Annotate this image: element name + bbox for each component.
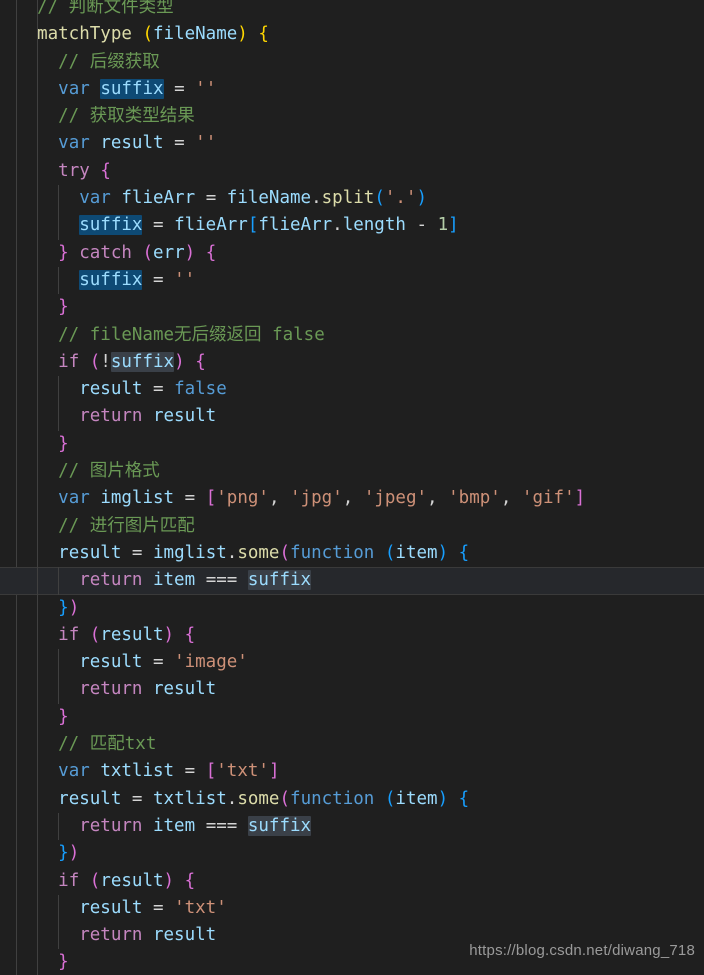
code-line[interactable]: result = txtlist.some(function (item) { bbox=[0, 785, 704, 813]
watermark-url: https://blog.csdn.net/diwang_718 bbox=[469, 941, 695, 959]
code-line-text: } bbox=[58, 952, 69, 973]
code-line[interactable]: return result bbox=[0, 676, 704, 704]
code-line-text: } bbox=[58, 297, 69, 318]
selected-token: suffix bbox=[79, 269, 143, 290]
code-line-text: return result bbox=[79, 406, 217, 427]
code-line[interactable]: var txtlist = ['txt'] bbox=[0, 758, 704, 786]
code-lines-container[interactable]: // 判断文件类型 matchType (fileName) { // 后缀获取… bbox=[0, 0, 704, 975]
code-line-text: result = txtlist.some(function (item) { bbox=[58, 788, 470, 809]
code-line[interactable]: // 判断文件类型 bbox=[0, 0, 704, 21]
code-line-text: return result bbox=[79, 925, 217, 946]
code-line-text: var txtlist = ['txt'] bbox=[58, 761, 280, 782]
code-line[interactable]: suffix = '' bbox=[0, 266, 704, 295]
code-line[interactable]: // 进行图片匹配 bbox=[0, 512, 704, 540]
code-line[interactable]: if (result) { bbox=[0, 621, 704, 650]
code-line-text: // fileName无后缀返回 false bbox=[16, 324, 325, 345]
selected-token: suffix bbox=[100, 78, 164, 99]
code-line-text: result = 'txt' bbox=[79, 897, 227, 918]
code-line-text: suffix = '' bbox=[79, 269, 196, 290]
code-line[interactable]: // 图片格式 bbox=[0, 458, 704, 486]
code-line[interactable]: var flieArr = fileName.split('.') bbox=[0, 185, 704, 213]
code-line-text: var flieArr = fileName.split('.') bbox=[79, 188, 428, 209]
code-line[interactable]: suffix = flieArr[flieArr.length - 1] bbox=[0, 212, 704, 240]
code-line[interactable]: } catch (err) { bbox=[0, 239, 704, 267]
code-line-text: if (result) { bbox=[58, 870, 196, 891]
code-line-text: } bbox=[58, 433, 69, 454]
code-line-text: }) bbox=[58, 843, 80, 864]
code-line[interactable]: try { bbox=[0, 157, 704, 186]
code-line-text: // 图片格式 bbox=[16, 461, 160, 482]
code-line-text: if (result) { bbox=[58, 624, 196, 645]
code-line[interactable]: var suffix = '' bbox=[0, 75, 704, 104]
code-line-text: // 获取类型结果 bbox=[16, 106, 195, 127]
occurrence-token: suffix bbox=[110, 351, 175, 372]
code-line-text: return item === suffix bbox=[79, 815, 312, 836]
code-line[interactable]: } bbox=[0, 294, 704, 322]
code-line-text: var imglist = ['png', 'jpg', 'jpeg', 'bm… bbox=[58, 488, 586, 509]
occurrence-token: suffix bbox=[247, 570, 312, 591]
code-line[interactable]: return result bbox=[0, 403, 704, 431]
code-line[interactable]: if (!suffix) { bbox=[0, 348, 704, 377]
code-line-text: var result = '' bbox=[58, 133, 217, 154]
occurrence-token: suffix bbox=[247, 815, 312, 836]
code-line-text: }) bbox=[58, 597, 80, 618]
code-line[interactable]: }) bbox=[0, 594, 704, 622]
code-line-text: try { bbox=[58, 160, 111, 181]
code-line[interactable]: return item === suffix bbox=[0, 812, 704, 841]
code-line-text: return result bbox=[79, 679, 217, 700]
code-line-text: result = false bbox=[79, 379, 227, 400]
code-line-text: return item === suffix bbox=[79, 570, 312, 591]
code-line-text: // 匹配txt bbox=[16, 734, 157, 755]
code-line-text: if (!suffix) { bbox=[58, 351, 206, 372]
code-line-text: suffix = flieArr[flieArr.length - 1] bbox=[79, 215, 459, 236]
code-line-text: result = 'image' bbox=[79, 652, 248, 673]
code-line[interactable]: // fileName无后缀返回 false bbox=[0, 321, 704, 349]
code-editor[interactable]: // 判断文件类型 matchType (fileName) { // 后缀获取… bbox=[0, 0, 704, 975]
code-line-text: matchType (fileName) { bbox=[37, 24, 269, 45]
code-line[interactable]: } bbox=[0, 430, 704, 459]
code-line[interactable]: result = false bbox=[0, 376, 704, 404]
code-line[interactable]: matchType (fileName) { bbox=[0, 21, 704, 48]
code-line-current[interactable]: return item === suffix bbox=[0, 567, 704, 595]
code-line-text: // 后缀获取 bbox=[16, 51, 160, 72]
code-line-text: } bbox=[58, 706, 69, 727]
code-line[interactable]: result = imglist.some(function (item) { bbox=[0, 539, 704, 568]
code-line-text: // 进行图片匹配 bbox=[16, 515, 195, 536]
code-line[interactable]: if (result) { bbox=[0, 867, 704, 895]
code-line[interactable]: // 匹配txt bbox=[0, 731, 704, 759]
code-line[interactable]: var result = '' bbox=[0, 130, 704, 158]
code-line-text: var suffix = '' bbox=[58, 78, 217, 99]
code-line[interactable]: var imglist = ['png', 'jpg', 'jpeg', 'bm… bbox=[0, 485, 704, 513]
code-line-text: } catch (err) { bbox=[58, 242, 217, 263]
code-line[interactable]: // 获取类型结果 bbox=[0, 103, 704, 131]
code-line[interactable]: result = 'txt' bbox=[0, 894, 704, 923]
selected-token: suffix bbox=[79, 215, 143, 236]
code-line-text: result = imglist.some(function (item) { bbox=[58, 542, 470, 563]
code-line[interactable]: result = 'image' bbox=[0, 649, 704, 677]
code-line-text: // 判断文件类型 bbox=[16, 0, 174, 17]
code-line[interactable]: } bbox=[0, 703, 704, 732]
code-line[interactable]: }) bbox=[0, 840, 704, 868]
code-line[interactable]: // 后缀获取 bbox=[0, 48, 704, 76]
